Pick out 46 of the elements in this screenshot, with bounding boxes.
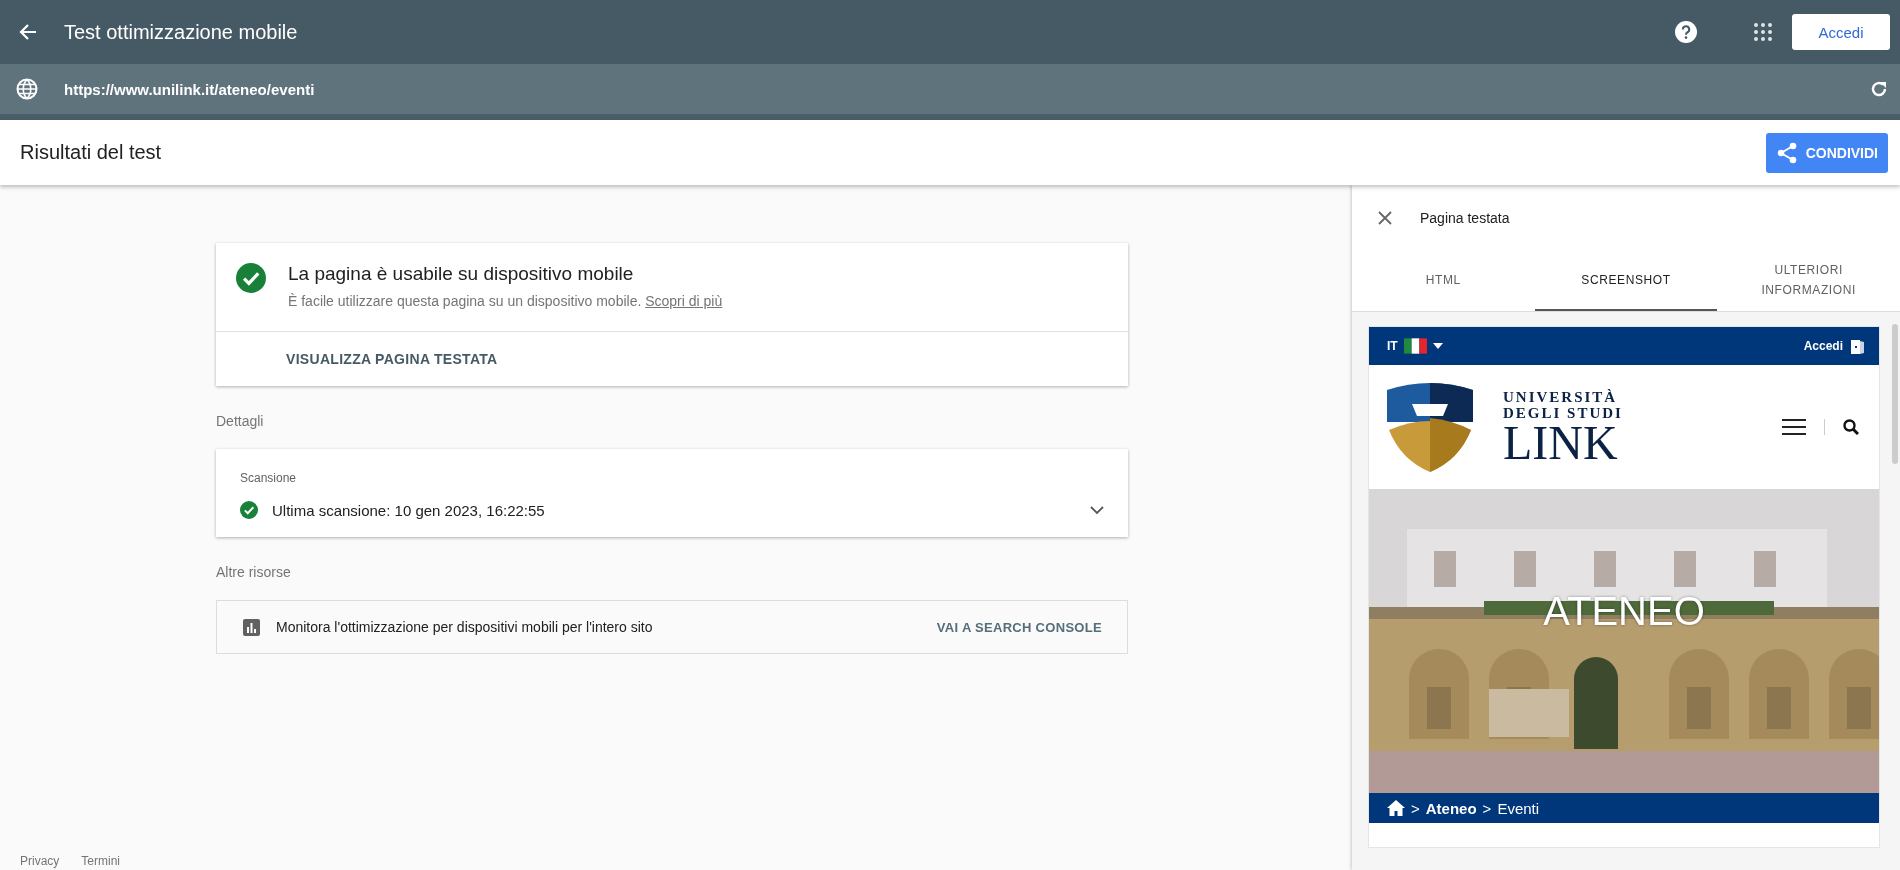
section-label: Dettagli bbox=[216, 413, 265, 429]
section-title: Risultati del test bbox=[20, 141, 163, 164]
section-label: Altre risorse bbox=[216, 564, 292, 580]
page-title: Test ottimizzazione mobile bbox=[64, 20, 299, 44]
door-icon bbox=[1849, 338, 1865, 354]
logo-text: LINK bbox=[1503, 421, 1618, 465]
share-icon bbox=[1775, 141, 1798, 164]
dropdown-caret-icon[interactable] bbox=[1432, 343, 1443, 349]
help-icon[interactable] bbox=[1675, 21, 1697, 43]
learn-more-link[interactable]: Scopri di più bbox=[645, 293, 723, 309]
card-subtitle: Scansione bbox=[239, 470, 298, 485]
bar-chart-icon bbox=[243, 618, 260, 636]
refresh-icon[interactable] bbox=[1870, 80, 1888, 98]
panel-title: Pagina testata bbox=[1420, 209, 1510, 226]
login-button[interactable]: Accedi bbox=[1792, 14, 1890, 50]
menu-icon[interactable] bbox=[1782, 418, 1806, 436]
crawl-info: Ultima scansione: 10 gen 2023, 16:22:55 bbox=[272, 501, 546, 519]
apps-grid-icon[interactable] bbox=[1754, 23, 1772, 41]
breadcrumb-link[interactable]: Ateneo bbox=[1425, 799, 1477, 817]
tab[interactable]: HTML bbox=[1352, 250, 1535, 311]
flag-icon bbox=[1403, 338, 1427, 354]
tab[interactable]: ULTERIORI INFORMAZIONI bbox=[1717, 250, 1900, 311]
result-title: La pagina è usabile su dispositivo mobile bbox=[288, 263, 635, 285]
result-description: È facile utilizzare questa pagina su un dispositivo mobile. Scopri di più bbox=[288, 293, 723, 309]
logo-text: UNIVERSITÀ bbox=[1503, 389, 1619, 405]
breadcrumb-separator: > bbox=[1482, 799, 1492, 817]
footer-link[interactable]: Privacy bbox=[20, 854, 60, 868]
view-tested-page-button[interactable]: VISUALIZZA PAGINA TESTATA bbox=[286, 332, 498, 386]
globe-icon bbox=[16, 78, 38, 100]
shield-logo-icon bbox=[1387, 382, 1473, 472]
site-login-link[interactable]: Accedi bbox=[1803, 339, 1843, 353]
back-arrow-icon[interactable] bbox=[18, 22, 38, 42]
home-icon[interactable] bbox=[1387, 800, 1405, 816]
hero-title: ATENEO bbox=[1542, 589, 1706, 634]
breadcrumb-current: Eventi bbox=[1497, 799, 1540, 817]
language-label[interactable]: IT bbox=[1387, 339, 1398, 353]
share-button[interactable]: CONDIVIDI bbox=[1765, 132, 1888, 173]
footer-link[interactable]: Termini bbox=[81, 854, 120, 868]
scrollbar-thumb[interactable] bbox=[1892, 324, 1898, 464]
search-console-button[interactable]: VAI A SEARCH CONSOLE bbox=[930, 618, 1108, 636]
breadcrumb-separator: > bbox=[1411, 799, 1420, 817]
close-icon[interactable] bbox=[1378, 210, 1392, 225]
resource-text: Monitora l'ottimizzazione per dispositivi mobili per l'intero sito bbox=[276, 619, 654, 635]
chevron-down-icon[interactable] bbox=[1090, 505, 1104, 515]
logo-text: DEGLI STUDI bbox=[1503, 405, 1624, 421]
search-icon[interactable] bbox=[1843, 419, 1859, 435]
